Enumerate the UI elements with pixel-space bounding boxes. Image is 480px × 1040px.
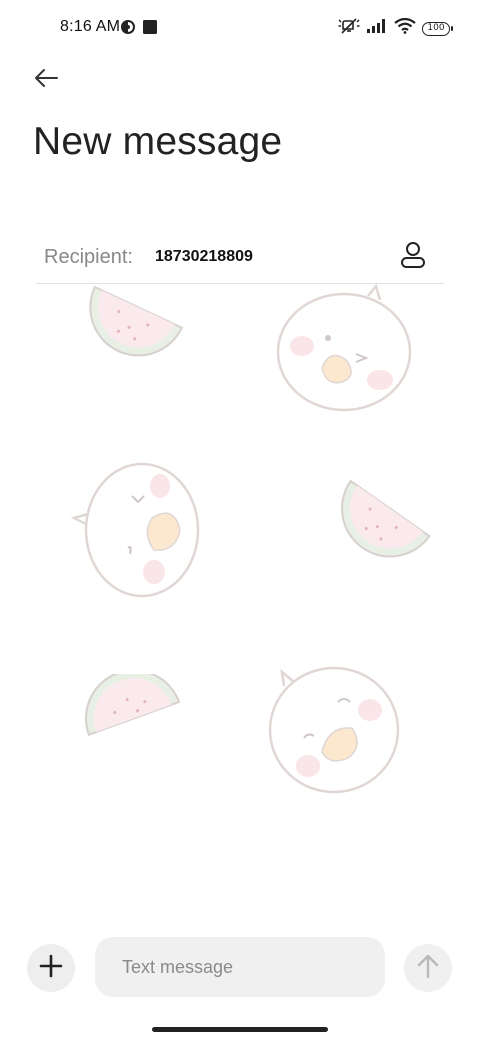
status-left-icons (120, 19, 158, 40)
recipient-label: Recipient: (44, 246, 133, 268)
send-button[interactable] (404, 944, 452, 992)
square-notification-icon (142, 19, 158, 40)
duck-sticker (70, 460, 202, 605)
watermelon-sticker (76, 276, 188, 371)
wifi-icon (394, 17, 416, 39)
contact-picker-button[interactable] (398, 241, 428, 274)
status-right-icons: 100 (338, 17, 453, 40)
arrow-left-icon (33, 68, 59, 93)
text-message-input[interactable] (95, 937, 385, 997)
mute-icon (338, 17, 360, 40)
recipient-number[interactable]: 18730218809 (155, 248, 253, 266)
new-message-screen: 8:16 AM 100 New message Recipient: 18730… (0, 0, 480, 1040)
page-title: New message (33, 120, 283, 163)
add-attachment-button[interactable] (27, 944, 75, 992)
status-bar: 8:16 AM 100 (0, 0, 480, 56)
watermelon-sticker (326, 470, 438, 575)
home-indicator[interactable] (152, 1027, 328, 1032)
vpn-icon (120, 19, 136, 40)
status-time: 8:16 AM (60, 18, 121, 35)
duck-sticker (272, 283, 418, 421)
person-icon (400, 241, 426, 274)
plus-icon (39, 954, 63, 983)
duck-sticker (262, 662, 402, 803)
battery-icon: 100 (422, 21, 453, 36)
arrow-up-icon (416, 953, 440, 984)
back-button[interactable] (28, 64, 64, 96)
signal-icon (366, 18, 388, 39)
watermelon-sticker (80, 669, 192, 779)
